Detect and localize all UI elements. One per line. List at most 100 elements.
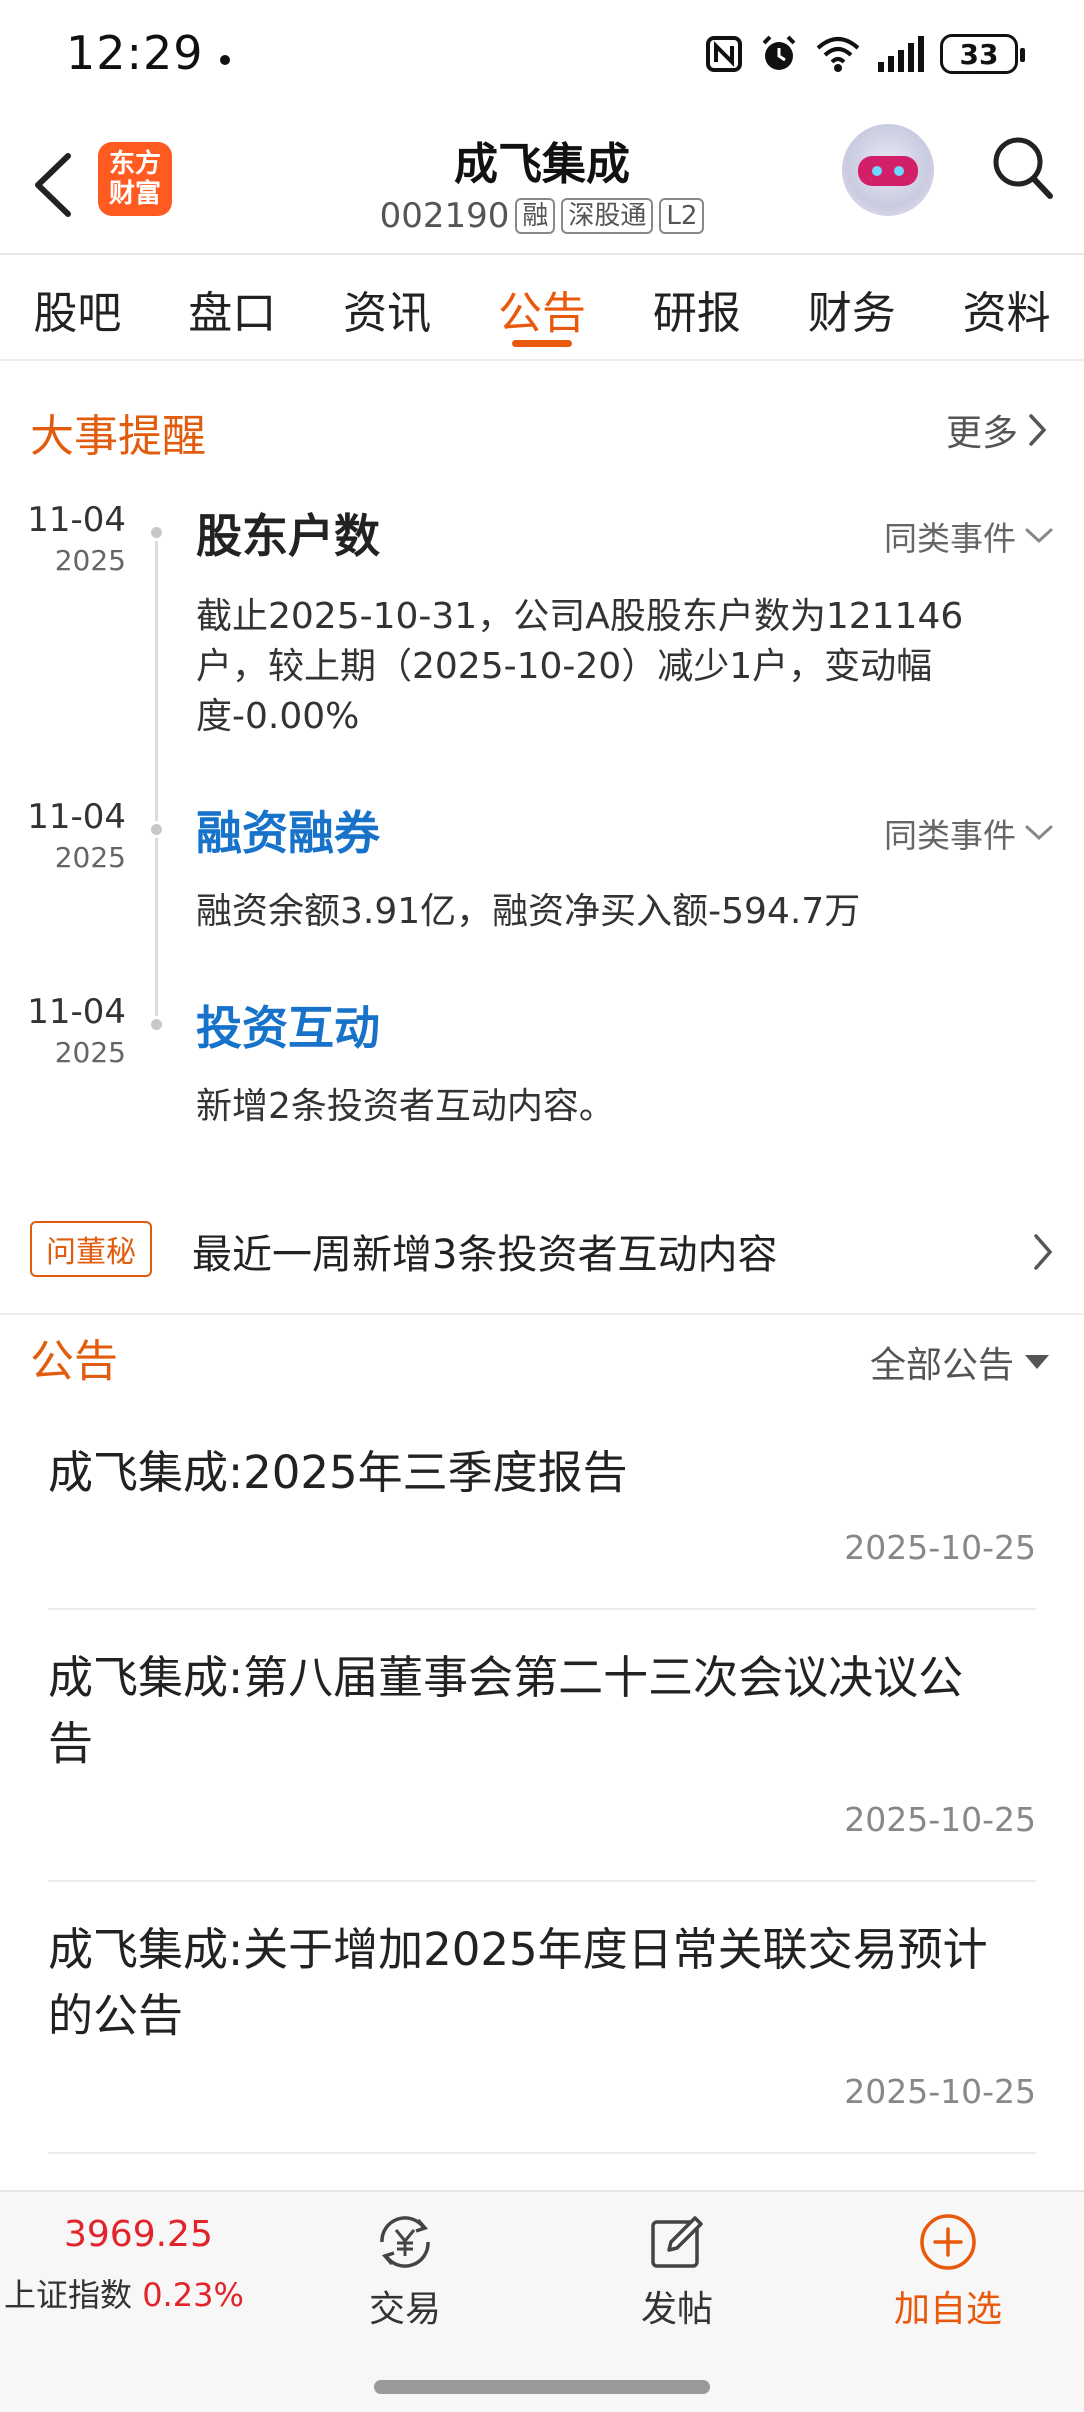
add-watchlist-label: 加自选 [893, 2289, 1002, 2330]
search-button[interactable] [990, 134, 1056, 208]
events-more-button[interactable]: 更多 [946, 404, 1048, 456]
announcement-title: 成飞集成:2025年三季度报告 [48, 1440, 1036, 1506]
announcement-date: 2025-10-25 [844, 1528, 1036, 1567]
event-date: 11-04 2025 [26, 797, 126, 874]
timeline-dot [148, 1016, 165, 1033]
robot-eye-left [872, 166, 882, 176]
event-desc-line: 度-0.00% [196, 696, 360, 737]
investor-qa-badge: 问董秘 [30, 1221, 152, 1277]
event-month-day: 11-04 [27, 992, 126, 1032]
event-year: 2025 [54, 841, 126, 874]
announcement-title-line: 告 [48, 1717, 94, 1770]
index-ticker[interactable]: 上证指数 0.23% [4, 2270, 244, 2316]
announcement-title: 成飞集成:第八届董事会第二十三次会议决议公 告 [48, 1645, 1036, 1777]
event-description: 融资余额3.91亿，融资净买入额-594.7万 [196, 887, 1026, 937]
tab-pankou[interactable]: 盘口 [155, 257, 310, 359]
plus-circle-icon [920, 2214, 976, 2270]
wifi-icon [816, 37, 860, 72]
event-title[interactable]: 投资互动 [196, 992, 380, 1058]
level2-tag: L2 [659, 198, 705, 234]
index-change: 0.23% [142, 2276, 244, 2314]
similar-events-label: 同类事件 [884, 519, 1016, 558]
announcements-title: 公告 [30, 1336, 118, 1387]
similar-events-button[interactable]: 同类事件 [884, 809, 1054, 857]
announcement-date: 2025-10-25 [844, 1800, 1036, 1839]
timeline-line [155, 530, 158, 1025]
tab-profile[interactable]: 资料 [929, 257, 1084, 359]
search-icon [993, 137, 1053, 199]
event-desc-line: 新增2条投资者互动内容。 [196, 1086, 615, 1127]
investor-qa-row[interactable]: 问董秘 最近一周新增3条投资者互动内容 [0, 1200, 1084, 1315]
tab-finance[interactable]: 财务 [774, 257, 929, 359]
event-month-day: 11-04 [27, 500, 126, 540]
stock-code: 002190 [379, 196, 510, 236]
similar-events-label: 同类事件 [884, 816, 1016, 855]
event-title: 股东户数 [196, 509, 380, 563]
alarm-icon [762, 35, 796, 70]
event-title[interactable]: 融资融券 [196, 797, 380, 863]
post-label: 发帖 [640, 2289, 713, 2330]
announcement-title-line: 的公告 [48, 1989, 184, 2042]
status-icons: 33 [704, 30, 1025, 78]
signal-icon [878, 36, 924, 72]
home-indicator[interactable] [374, 2380, 710, 2394]
event-description: 新增2条投资者互动内容。 [196, 1082, 1026, 1132]
event-desc-line: 融资余额3.91亿，融资净买入额-594.7万 [196, 891, 861, 932]
nfc-icon [706, 36, 742, 72]
edit-icon [651, 2216, 703, 2268]
caret-down-icon [1025, 1355, 1049, 1369]
events-section-header: 大事提醒 更多 [0, 390, 1084, 470]
add-watchlist-button[interactable]: 加自选 [868, 2210, 1028, 2332]
trade-label: 交易 [368, 2289, 441, 2330]
index-value[interactable]: 3969.25 [64, 2214, 213, 2255]
events-section-title: 大事提醒 [30, 411, 206, 462]
investor-qa-text: 最近一周新增3条投资者互动内容 [192, 1232, 778, 1278]
chevron-right-icon [1029, 414, 1047, 446]
tab-news[interactable]: 资讯 [310, 257, 465, 359]
event-month-day: 11-04 [27, 797, 126, 837]
event-description: 截止2025-10-31，公司A股股东户数为121146 户，较上期（2025-… [196, 592, 1026, 742]
tab-guba[interactable]: 股吧 [0, 257, 155, 359]
filter-label: 全部公告 [869, 1345, 1014, 1386]
announcement-item[interactable]: 成飞集成:第八届董事会第二十三次会议决议公 告 2025-10-25 [48, 1645, 1036, 1882]
similar-events-button[interactable]: 同类事件 [884, 512, 1054, 560]
event-desc-line: 户，较上期（2025-10-20）减少1户，变动幅 [196, 646, 933, 687]
trade-button[interactable]: 交易 [325, 2210, 485, 2332]
announcement-date: 2025-10-25 [844, 2072, 1036, 2111]
event-date: 11-04 2025 [26, 992, 126, 1069]
announcement-item[interactable]: 成飞集成:关于增加2025年度日常关联交易预计 的公告 2025-10-25 [48, 1917, 1036, 2154]
timeline-dot [148, 524, 165, 541]
chevron-down-icon [1025, 825, 1053, 841]
chevron-down-icon [1025, 528, 1053, 544]
chevron-right-icon [1032, 1232, 1054, 1276]
tab-bar: 股吧 盘口 资讯 公告 研报 财务 资料 [0, 257, 1084, 361]
stock-subline: 002190 融 深股通 L2 [0, 196, 1084, 236]
bottom-bar: 3969.25 上证指数 0.23% 交易 发帖 加自选 [0, 2190, 1084, 2412]
announcement-title-line: 成飞集成:2025年三季度报告 [48, 1446, 628, 1499]
robot-face-icon [858, 156, 918, 186]
post-button[interactable]: 发帖 [597, 2210, 757, 2332]
more-label: 更多 [945, 413, 1018, 454]
announcement-title: 成飞集成:关于增加2025年度日常关联交易预计 的公告 [48, 1917, 1036, 2049]
timeline-dot [148, 821, 165, 838]
announcement-title-line: 成飞集成:第八届董事会第二十三次会议决议公 [48, 1651, 964, 1704]
event-desc-line: 截止2025-10-31，公司A股股东户数为121146 [196, 596, 964, 637]
battery-icon: 33 [940, 34, 1025, 74]
margin-tag: 融 [515, 198, 556, 234]
index-name: 上证指数 [4, 2276, 133, 2314]
ai-assistant-avatar[interactable] [842, 124, 934, 216]
notification-dot-icon [220, 55, 230, 65]
tab-research[interactable]: 研报 [619, 257, 774, 359]
stock-header: 东方 财富 成飞集成 002190 融 深股通 L2 [0, 110, 1084, 255]
status-time: 12:29 [66, 26, 204, 80]
connect-tag: 深股通 [561, 198, 654, 234]
trade-yen-icon [380, 2216, 430, 2268]
event-year: 2025 [54, 1036, 126, 1069]
tab-announcements[interactable]: 公告 [465, 257, 620, 359]
announcement-item[interactable]: 成飞集成:2025年三季度报告 2025-10-25 [48, 1440, 1036, 1610]
announcement-filter-dropdown[interactable]: 全部公告 [870, 1336, 1050, 1388]
status-bar: 12:29 33 [0, 0, 1084, 110]
announcement-title-line: 成飞集成:关于增加2025年度日常关联交易预计 [48, 1923, 988, 1976]
event-date: 11-04 2025 [26, 500, 126, 577]
event-year: 2025 [54, 544, 126, 577]
